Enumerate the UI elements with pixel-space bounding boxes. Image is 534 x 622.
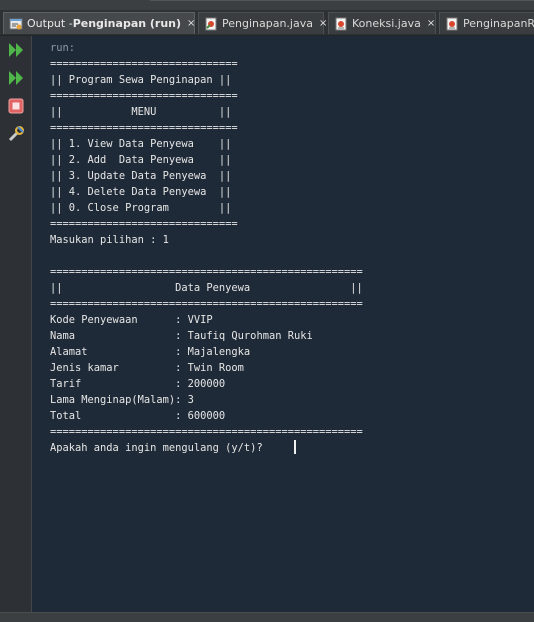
console-line: ============================== bbox=[50, 218, 238, 230]
tab-koneksi-java-close-icon[interactable]: × bbox=[427, 18, 435, 29]
tab-penginapanrep-label: PenginapanRep bbox=[463, 17, 534, 30]
console-line: Apakah anda ingin mengulang (y/t)? bbox=[50, 442, 269, 454]
console-line: ============================== bbox=[50, 58, 238, 70]
stop-icon[interactable] bbox=[6, 96, 26, 116]
window-top-strip bbox=[0, 0, 534, 10]
console-line: ============================== bbox=[50, 90, 238, 102]
tab-output-close-icon[interactable]: × bbox=[187, 18, 195, 29]
console-line: || 2. Add Data Penyewa || bbox=[50, 154, 232, 166]
console-line: Total : 600000 bbox=[50, 410, 226, 422]
console-line: Lama Menginap(Malam): 3 bbox=[50, 394, 194, 406]
tab-output-prefix: Output - bbox=[27, 17, 73, 30]
console-line: Masukan pilihan : 1 bbox=[50, 234, 169, 246]
console-line: || Program Sewa Penginapan || bbox=[50, 74, 232, 86]
rerun-icon[interactable] bbox=[6, 40, 26, 60]
output-console[interactable]: run: ============================== || P… bbox=[32, 36, 534, 612]
java-file-icon bbox=[205, 17, 217, 30]
tab-penginapan-java-label: Penginapan.java bbox=[222, 17, 313, 30]
console-line: Nama : Taufiq Qurohman Ruki bbox=[50, 330, 313, 342]
console-line: ========================================… bbox=[50, 426, 363, 438]
editor-tab-bar: Output - Penginapan (run) × Penginapan.j… bbox=[0, 10, 534, 36]
tab-penginapanrep[interactable]: PenginapanRep bbox=[439, 12, 534, 34]
java-file-icon bbox=[335, 17, 347, 30]
tab-output-penginapan[interactable]: Output - Penginapan (run) × bbox=[3, 12, 195, 34]
console-line: || 4. Delete Data Penyewa || bbox=[50, 186, 232, 198]
console-line: Kode Penyewaan : VVIP bbox=[50, 314, 213, 326]
settings-icon[interactable] bbox=[6, 124, 26, 144]
console-line: || 1. View Data Penyewa || bbox=[50, 138, 232, 150]
console-line: Tarif : 200000 bbox=[50, 378, 226, 390]
console-line: ============================== bbox=[50, 122, 238, 134]
console-line: ========================================… bbox=[50, 298, 363, 310]
output-toolbar bbox=[0, 36, 32, 612]
console-line: || 3. Update Data Penyewa || bbox=[50, 170, 232, 182]
tab-koneksi-java[interactable]: Koneksi.java × bbox=[328, 12, 436, 34]
tab-koneksi-java-label: Koneksi.java bbox=[352, 17, 421, 30]
java-file-icon bbox=[446, 17, 458, 30]
console-line: Jenis kamar : Twin Room bbox=[50, 362, 244, 374]
console-line: ========================================… bbox=[50, 266, 363, 278]
tab-penginapan-java-close-icon[interactable]: × bbox=[319, 18, 327, 29]
output-window-icon bbox=[9, 18, 23, 29]
console-line: Alamat : Majalengka bbox=[50, 346, 251, 358]
console-line: run: bbox=[50, 42, 76, 54]
console-line: || 0. Close Program || bbox=[50, 202, 232, 214]
console-line: || Data Penyewa || bbox=[50, 282, 363, 294]
tab-penginapan-java[interactable]: Penginapan.java × bbox=[198, 12, 327, 34]
rerun-with-args-icon[interactable] bbox=[6, 68, 26, 88]
tab-output-label: Penginapan (run) bbox=[72, 17, 182, 30]
text-caret bbox=[294, 440, 296, 454]
console-line: || MENU || bbox=[50, 106, 232, 118]
